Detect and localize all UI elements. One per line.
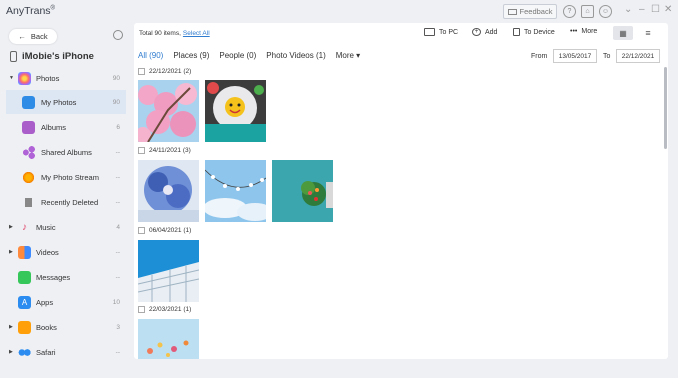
sidebar-item-albums[interactable]: Albums 6 <box>6 115 126 139</box>
date-group-header: 24/11/2021 (3) <box>138 147 191 154</box>
sidebar-item-shared-albums[interactable]: Shared Albums -- <box>6 140 126 164</box>
filter-tabs: All (90) Places (9) People (0) Photo Vid… <box>138 51 360 60</box>
device-header: iMobie's iPhone <box>10 51 94 62</box>
to-device-button[interactable]: To Device <box>513 28 555 36</box>
iphone-icon <box>10 51 17 62</box>
to-pc-button[interactable]: To PC <box>424 28 458 36</box>
back-arrow-icon: ← <box>18 32 26 41</box>
sidebar-item-books[interactable]: ▶ Books 3 <box>6 315 126 339</box>
share-icon <box>22 145 35 159</box>
computer-icon <box>424 28 435 36</box>
app-store-icon: A <box>18 295 31 309</box>
toolbar: Total 90 items, Select All To PC + Add To… <box>134 23 668 45</box>
books-icon <box>18 320 31 334</box>
tab-photo-videos[interactable]: Photo Videos (1) <box>266 51 325 60</box>
expand-arrow-icon: ▶ <box>9 224 13 230</box>
grid-view-button[interactable]: ▦ <box>613 26 633 40</box>
phone-icon <box>513 28 520 36</box>
minimize-icon[interactable]: – <box>639 4 645 15</box>
balloons-photo <box>138 319 199 359</box>
scrollbar[interactable] <box>664 67 667 149</box>
sidebar-item-my-photos[interactable]: My Photos 90 <box>6 90 126 114</box>
photo-stream-icon <box>22 170 35 184</box>
date-group-header: 06/04/2021 (1) <box>138 227 191 234</box>
plant-pot-photo <box>272 160 333 222</box>
photo-thumbnail[interactable] <box>272 160 333 222</box>
blue-flower-photo <box>138 160 199 222</box>
photo-thumbnail[interactable] <box>138 80 199 142</box>
account-icon[interactable]: ☺ <box>599 5 612 18</box>
from-date-field[interactable]: 13/05/2017 <box>553 49 597 63</box>
add-button[interactable]: + Add <box>472 28 497 36</box>
trash-icon <box>22 195 35 209</box>
photo-thumbnail[interactable] <box>205 80 266 142</box>
expand-arrow-icon: ▼ <box>9 75 14 81</box>
select-all-link[interactable]: Select All <box>183 30 210 37</box>
expand-arrow-icon: ▶ <box>9 324 13 330</box>
cherry-blossom-photo <box>138 80 199 142</box>
grid-icon: ▦ <box>619 28 627 38</box>
refresh-icon[interactable] <box>113 30 123 40</box>
sidebar-item-music[interactable]: ▶ ♪ Music 4 <box>6 215 126 239</box>
close-icon[interactable]: ✕ <box>664 4 672 15</box>
string-lights-photo <box>205 160 266 222</box>
expand-arrow-icon: ▶ <box>9 349 13 355</box>
music-note-icon: ♪ <box>22 221 27 233</box>
to-label: To <box>603 53 611 60</box>
total-items-text: Total 90 items, Select All <box>139 30 210 37</box>
sidebar-item-my-photo-stream[interactable]: My Photo Stream -- <box>6 165 126 189</box>
shirt-icon[interactable]: ⌂ <box>581 5 594 18</box>
more-button[interactable]: ••• More <box>570 28 597 35</box>
expand-arrow-icon: ▶ <box>9 249 13 255</box>
to-date-field[interactable]: 22/12/2021 <box>616 49 660 63</box>
group-checkbox[interactable] <box>138 68 145 75</box>
sidebar-item-recently-deleted[interactable]: Recently Deleted -- <box>6 190 126 214</box>
sidebar-item-apps[interactable]: A Apps 10 <box>6 290 126 314</box>
tab-places[interactable]: Places (9) <box>173 51 209 60</box>
from-label: From <box>531 53 548 60</box>
sidebar-item-photos[interactable]: ▼ Photos 90 <box>6 66 126 90</box>
photo-thumbnail[interactable] <box>138 240 199 302</box>
plus-icon: + <box>472 28 481 36</box>
group-checkbox[interactable] <box>138 227 145 234</box>
photo-thumbnail[interactable] <box>138 319 199 359</box>
videos-icon <box>18 245 31 259</box>
messages-icon <box>18 270 31 284</box>
safari-icon <box>18 345 31 359</box>
building-sky-photo <box>138 240 199 302</box>
maximize-icon[interactable]: ☐ <box>651 4 660 15</box>
date-group-header: 22/03/2021 (1) <box>138 306 191 313</box>
title-bar: AnyTrans® Feedback ? ⌂ ☺ ⌄ – ☐ ✕ <box>0 0 678 24</box>
sidebar-item-messages[interactable]: Messages -- <box>6 265 126 289</box>
feedback-button[interactable]: Feedback <box>503 4 557 19</box>
list-icon: ≡ <box>645 28 651 38</box>
date-group-header: 22/12/2021 (2) <box>138 68 191 75</box>
main-panel: Total 90 items, Select All To PC + Add To… <box>134 23 668 359</box>
help-icon[interactable]: ? <box>563 5 576 18</box>
tab-all[interactable]: All (90) <box>138 51 163 60</box>
group-checkbox[interactable] <box>138 306 145 313</box>
photo-thumbnail[interactable] <box>138 160 199 222</box>
photos-icon <box>18 71 31 85</box>
my-photos-icon <box>22 95 35 109</box>
sidebar: ← Back iMobie's iPhone ▼ Photos 90 My Ph… <box>0 24 130 378</box>
tab-people[interactable]: People (0) <box>219 51 256 60</box>
sidebar-item-safari[interactable]: ▶ Safari -- <box>6 340 126 364</box>
photo-thumbnail[interactable] <box>205 160 266 222</box>
back-button[interactable]: ← Back <box>9 29 57 44</box>
app-title: AnyTrans® <box>6 5 55 17</box>
tab-more-dropdown[interactable]: More ▾ <box>336 51 360 60</box>
ellipsis-icon: ••• <box>570 28 578 35</box>
group-checkbox[interactable] <box>138 147 145 154</box>
list-view-button[interactable]: ≡ <box>640 26 656 40</box>
flower-pillow-photo <box>205 80 266 142</box>
albums-icon <box>22 120 35 134</box>
menu-chevron-icon[interactable]: ⌄ <box>624 4 632 15</box>
sidebar-item-videos[interactable]: ▶ Videos -- <box>6 240 126 264</box>
mail-icon <box>507 8 517 15</box>
